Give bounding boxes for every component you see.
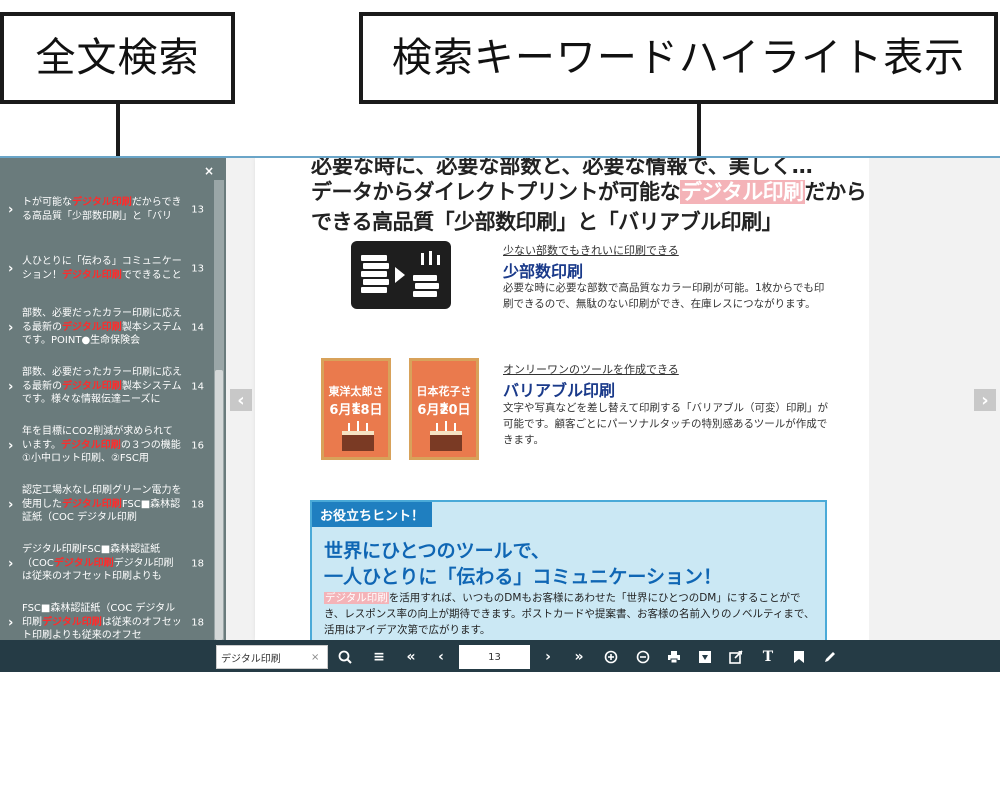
sidebar-scroll-thumb[interactable] <box>215 370 223 640</box>
chevron-right-icon: › <box>8 320 14 335</box>
chevron-right-icon: › <box>8 379 14 394</box>
chevron-right-icon: › <box>8 556 14 571</box>
callout-connector-left <box>116 104 120 156</box>
search-result-page: 18 <box>191 558 204 569</box>
search-result-snippet: トが可能なデジタル印刷だからできる高品質「少部数印刷」と「バリ <box>22 197 182 222</box>
tip-body: デジタル印刷を活用すれば、いつものDMもお客様にあわせた「世界にひとつのDM」に… <box>324 592 815 636</box>
text-icon[interactable]: T <box>756 645 780 669</box>
zoom-out-icon[interactable] <box>631 645 655 669</box>
download-icon[interactable] <box>693 645 717 669</box>
search-result-item[interactable]: › デジタル印刷FSC■森林認証紙（COCデジタル印刷デジタル印刷は従来のオフセ… <box>0 534 212 593</box>
list-icon[interactable]: ≡ <box>367 645 391 669</box>
callout-connector-right <box>697 104 701 156</box>
tip-heading-2: 一人ひとりに「伝わる」コミュニケーション！ <box>324 566 723 588</box>
sidebar-scrollbar[interactable] <box>214 180 224 640</box>
keyword-highlight: デジタル印刷 <box>324 592 389 604</box>
search-result-page: 13 <box>191 263 204 274</box>
print-icon[interactable] <box>662 645 686 669</box>
bookmark-icon[interactable] <box>787 645 811 669</box>
viewer-toolbar: × ≡ « ‹ › » <box>0 640 1000 672</box>
screenshot-canvas: 全文検索 検索キーワードハイライト表示 × › トが可能なデジタル印刷だからでき… <box>0 0 1000 800</box>
keyword-highlight: デジタル印刷 <box>680 180 805 204</box>
prev-page-icon[interactable]: ‹ <box>429 645 453 669</box>
search-result-page: 18 <box>191 617 204 628</box>
search-box: × <box>216 645 328 669</box>
tip-box: お役立ちヒント！ 世界にひとつのツールで、 一人ひとりに「伝わる」コミュニケーシ… <box>310 500 827 640</box>
page-headline-2: できる高品質「少部数印刷」と「バリアブル印刷」 <box>311 210 783 234</box>
search-result-item[interactable]: › 部数、必要だったカラー印刷に応える最新のデジタル印刷製本システムです。様々な… <box>0 357 212 416</box>
chevron-right-icon[interactable]: › <box>974 389 996 411</box>
next-page-icon[interactable]: › <box>536 645 560 669</box>
search-result-page: 16 <box>191 440 204 451</box>
search-result-item[interactable]: › FSC■森林認証紙（COC デジタル印刷デジタル印刷は従来のオフセット印刷よ… <box>0 593 212 640</box>
search-icon[interactable] <box>333 645 357 669</box>
search-result-snippet: 年を目標にCO2削減が求められています。デジタル印刷の３つの機能①小中ロット印刷… <box>22 426 181 465</box>
chevron-right-icon: › <box>8 497 14 512</box>
search-result-item[interactable]: › 年を目標にCO2削減が求められています。デジタル印刷の３つの機能①小中ロット… <box>0 416 212 475</box>
callout-full-text-search: 全文検索 <box>0 12 235 104</box>
search-result-item[interactable]: › 部数、必要だったカラー印刷に応える最新のデジタル印刷製本システムです。POI… <box>0 298 212 357</box>
search-result-page: 14 <box>191 381 204 392</box>
chevron-right-icon: › <box>8 438 14 453</box>
search-result-item[interactable]: › トが可能なデジタル印刷だからできる高品質「少部数印刷」と「バリ 13 <box>0 180 212 239</box>
search-result-item[interactable]: › 認定工場水なし印刷グリーン電力を使用したデジタル印刷FSC■森林認証紙（CO… <box>0 475 212 534</box>
chevron-right-icon: › <box>8 261 14 276</box>
small-lot-printing-icon <box>351 241 451 309</box>
tip-heading-1: 世界にひとつのツールで、 <box>324 540 550 562</box>
last-page-icon[interactable]: » <box>567 645 591 669</box>
chevron-right-icon: › <box>8 202 14 217</box>
search-result-snippet: 部数、必要だったカラー印刷に応える最新のデジタル印刷製本システムです。様々な情報… <box>22 367 182 406</box>
search-result-snippet: 認定工場水なし印刷グリーン電力を使用したデジタル印刷FSC■森林認証紙（COC … <box>22 485 182 524</box>
feature-1-subtitle: 少ない部数でもきれいに印刷できる <box>503 244 679 257</box>
page-headline-1: データからダイレクトプリントが可能なデジタル印刷だから <box>311 180 867 204</box>
feature-1-body: 必要な時に必要な部数で高品質なカラー印刷が可能。1枚からでも印刷できるので、無駄… <box>503 282 825 310</box>
search-result-snippet: 部数、必要だったカラー印刷に応える最新のデジタル印刷製本システムです。POINT… <box>22 308 182 347</box>
search-result-item[interactable]: › 人ひとりに「伝わる」コミュニケーション！デジタル印刷でできること 13 <box>0 239 212 298</box>
chevron-right-icon: › <box>8 615 14 630</box>
search-result-page: 13 <box>191 204 204 215</box>
close-panel-icon[interactable]: × <box>204 164 214 178</box>
pen-icon[interactable] <box>818 645 842 669</box>
ebook-viewer: × › トが可能なデジタル印刷だからできる高品質「少部数印刷」と「バリ 13 ›… <box>0 156 1000 672</box>
first-page-icon[interactable]: « <box>399 645 423 669</box>
search-result-snippet: FSC■森林認証紙（COC デジタル印刷デジタル印刷は従来のオフセット印刷よりも… <box>22 603 182 640</box>
search-input[interactable] <box>217 647 311 667</box>
clear-search-icon[interactable]: × <box>311 652 319 663</box>
search-result-page: 18 <box>191 499 204 510</box>
birthday-card-image: 日本花子さま 6月20日 <box>409 358 479 460</box>
feature-2-title: バリアブル印刷 <box>503 381 616 400</box>
feature-2-body: 文字や写真などを差し替えて印刷する「バリアブル（可変）印刷」が可能です。顧客ごと… <box>503 402 828 446</box>
tip-badge: お役立ちヒント！ <box>312 502 433 527</box>
callout-keyword-highlight: 検索キーワードハイライト表示 <box>359 12 998 104</box>
feature-1-title: 少部数印刷 <box>503 262 584 281</box>
search-result-snippet: 人ひとりに「伝わる」コミュニケーション！デジタル印刷でできること <box>22 256 182 281</box>
search-result-list: › トが可能なデジタル印刷だからできる高品質「少部数印刷」と「バリ 13 › 人… <box>0 180 212 640</box>
book-page: 必要な時に、必要な部数と、必要な情報で、美しく… データからダイレクトプリントが… <box>255 158 869 640</box>
feature-2-subtitle: オンリーワンのツールを作成できる <box>503 363 679 376</box>
share-icon[interactable] <box>724 645 748 669</box>
page-number-input[interactable] <box>459 645 530 669</box>
zoom-in-icon[interactable] <box>599 645 623 669</box>
search-result-snippet: デジタル印刷FSC■森林認証紙（COCデジタル印刷デジタル印刷は従来のオフセット… <box>22 544 174 583</box>
birthday-card-image: 東洋太郎さま 6月18日 <box>321 358 391 460</box>
chevron-left-icon[interactable]: ‹ <box>230 389 252 411</box>
search-results-panel: × › トが可能なデジタル印刷だからできる高品質「少部数印刷」と「バリ 13 ›… <box>0 158 226 640</box>
search-result-page: 14 <box>191 322 204 333</box>
